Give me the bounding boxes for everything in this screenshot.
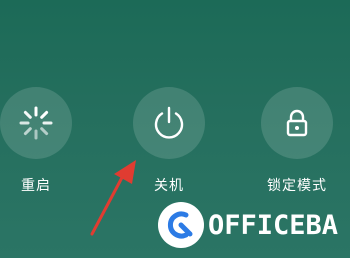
watermark: OFFICEBA (158, 200, 350, 250)
restart-spinner-icon (19, 106, 53, 140)
restart-label: 重启 (21, 178, 51, 194)
shutdown-button[interactable] (133, 87, 205, 159)
restart-button[interactable] (0, 87, 72, 159)
lock-mode-option[interactable]: 锁定模式 (257, 87, 337, 197)
restart-option[interactable]: 重启 (0, 87, 76, 197)
lock-mode-label: 锁定模式 (267, 178, 327, 194)
power-icon (154, 106, 184, 139)
watermark-text: OFFICEBA (208, 210, 339, 241)
lock-mode-button[interactable] (261, 87, 333, 159)
office-logo-icon (158, 202, 204, 248)
annotation-arrow (90, 160, 136, 236)
lock-icon (286, 109, 308, 137)
